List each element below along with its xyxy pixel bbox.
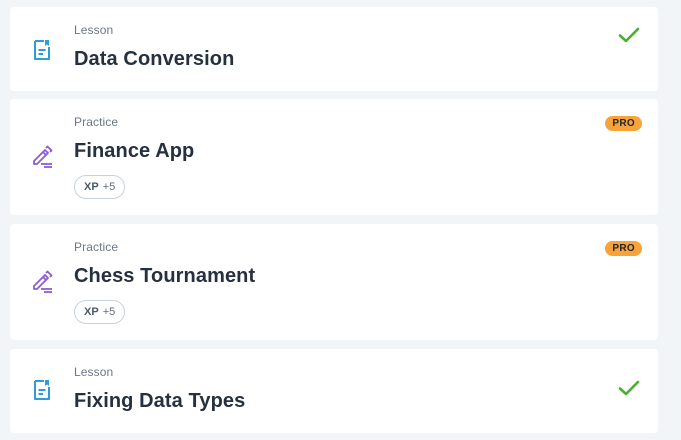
list-item-chess-tournament[interactable]: Practice Chess Tournament XP +5 PRO (10, 224, 658, 340)
item-type-label: Practice (74, 115, 119, 129)
item-type-label: Practice (74, 240, 119, 254)
xp-reward-badge: XP +5 (74, 300, 126, 324)
item-title: Chess Tournament (74, 265, 256, 287)
item-title: Data Conversion (74, 48, 235, 70)
completed-check-icon (618, 380, 640, 396)
practice-pencil-icon (33, 270, 53, 293)
pro-badge: PRO (605, 241, 642, 256)
practice-pencil-icon (33, 145, 53, 168)
xp-label: XP (84, 181, 99, 193)
xp-value: +5 (102, 306, 116, 318)
item-type-label: Lesson (74, 365, 114, 379)
list-item-finance-app[interactable]: Practice Finance App XP +5 PRO (10, 99, 658, 215)
list-item-data-conversion[interactable]: Lesson Data Conversion (10, 7, 658, 91)
xp-reward-badge: XP +5 (74, 175, 126, 199)
item-title: Finance App (74, 140, 195, 162)
lesson-document-icon (34, 380, 50, 400)
xp-value: +5 (102, 181, 116, 193)
completed-check-icon (618, 27, 640, 43)
pro-badge: PRO (605, 116, 642, 131)
lesson-list: Lesson Data Conversion Practice Finance … (0, 0, 681, 440)
item-title: Fixing Data Types (74, 390, 246, 412)
lesson-document-icon (34, 40, 50, 60)
list-item-fixing-data-types[interactable]: Lesson Fixing Data Types (10, 349, 658, 433)
xp-label: XP (84, 306, 99, 318)
item-type-label: Lesson (74, 23, 114, 37)
